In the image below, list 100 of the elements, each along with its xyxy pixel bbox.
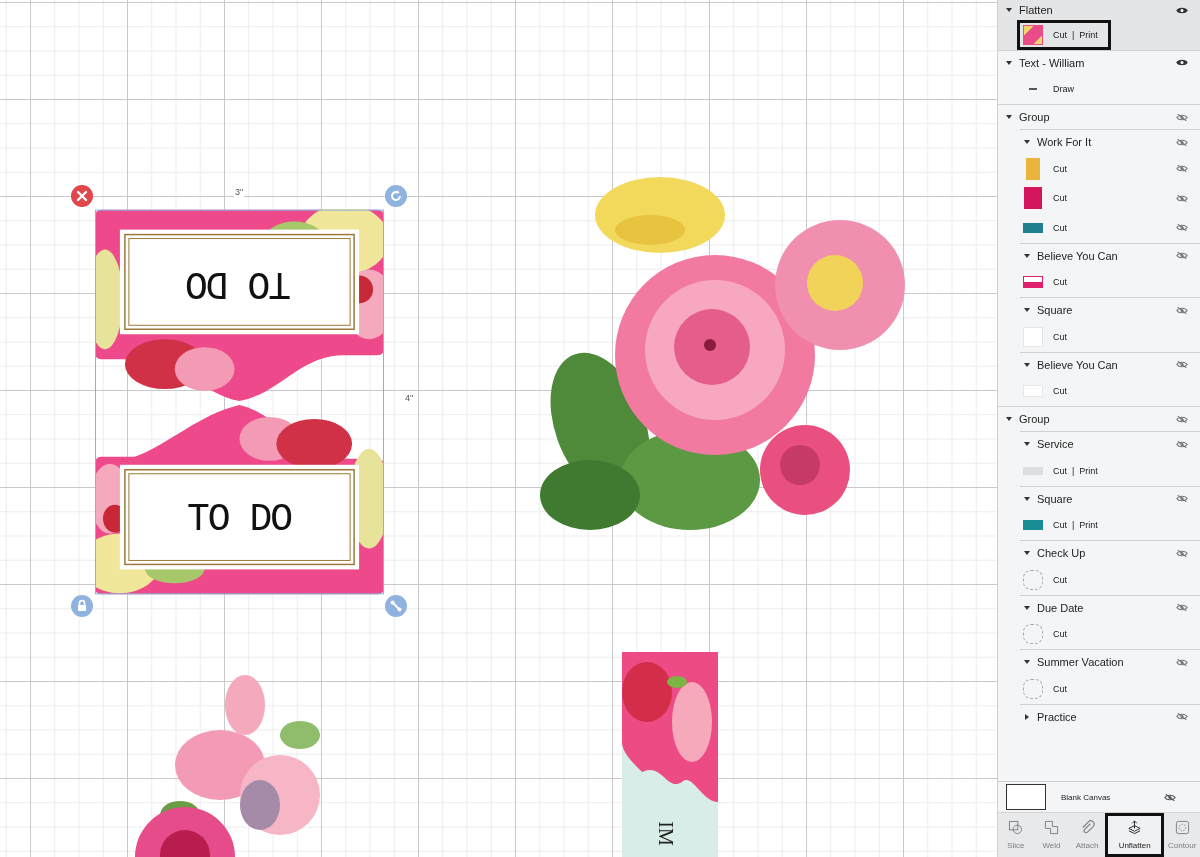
layer-item[interactable]: Cut bbox=[998, 619, 1200, 649]
layer-name: Square bbox=[1037, 304, 1074, 316]
blank-canvas-label: Blank Canvas bbox=[1061, 792, 1112, 802]
layer-item[interactable]: Cut bbox=[998, 183, 1200, 213]
layer-item[interactable]: Cut bbox=[998, 674, 1200, 704]
operation-label: Cut bbox=[1053, 683, 1068, 694]
mirrored-card-text: TO DO bbox=[186, 262, 292, 305]
hidden-eye-icon[interactable] bbox=[1176, 712, 1188, 721]
hidden-eye-icon[interactable] bbox=[1176, 193, 1188, 203]
layer-name: Check Up bbox=[1037, 547, 1087, 559]
caret-icon[interactable] bbox=[1024, 442, 1030, 446]
tool-button[interactable]: Unflatten bbox=[1104, 813, 1165, 857]
hidden-eye-icon[interactable] bbox=[1176, 603, 1188, 612]
layer-item[interactable]: Cut bbox=[998, 154, 1200, 184]
layer-thumbnail bbox=[1023, 466, 1043, 475]
hidden-eye-icon[interactable] bbox=[1176, 360, 1188, 369]
hidden-eye-icon[interactable] bbox=[1164, 792, 1176, 802]
layer-item[interactable]: Cut bbox=[998, 267, 1200, 297]
card-text: TO DO bbox=[186, 498, 292, 541]
layer-item[interactable]: Cut bbox=[998, 565, 1200, 595]
caret-icon[interactable] bbox=[1024, 308, 1030, 312]
operation-label: Cut bbox=[1053, 222, 1068, 233]
layer-header[interactable]: Square bbox=[998, 485, 1200, 511]
layer-thumbnail bbox=[1024, 187, 1042, 210]
layer-thumbnail bbox=[1026, 157, 1040, 180]
layer-item[interactable]: Cut | Print bbox=[998, 510, 1200, 540]
layer-header[interactable]: Due Date bbox=[998, 594, 1200, 620]
layer-name: Summer Vacation bbox=[1037, 656, 1125, 668]
hidden-eye-icon[interactable] bbox=[1176, 164, 1188, 174]
layer-header[interactable]: Believe You Can bbox=[998, 351, 1200, 377]
layer-thumbnail bbox=[1023, 326, 1043, 347]
caret-icon[interactable] bbox=[1024, 253, 1030, 258]
layer-item[interactable]: Cut bbox=[998, 322, 1200, 352]
caret-icon[interactable] bbox=[1024, 496, 1030, 501]
caret-icon[interactable] bbox=[1024, 660, 1030, 664]
design-canvas[interactable]: 3" 4" TO DO TO DO IM bbox=[0, 0, 997, 857]
hidden-eye-icon[interactable] bbox=[1176, 414, 1188, 424]
layer-item[interactable]: Cut bbox=[998, 213, 1200, 243]
height-label: 4" bbox=[404, 393, 415, 403]
layer-header[interactable]: Summer Vacation bbox=[998, 649, 1200, 674]
layer-header[interactable]: Group bbox=[998, 406, 1200, 431]
caret-icon[interactable] bbox=[1024, 605, 1030, 610]
hidden-eye-icon[interactable] bbox=[1176, 251, 1188, 260]
layer-header[interactable]: Text - William bbox=[998, 49, 1200, 75]
layer-thumbnail bbox=[1023, 569, 1043, 590]
layer-header[interactable]: Work For It bbox=[998, 129, 1200, 154]
layer-thumbnail bbox=[1023, 276, 1043, 289]
layer-name: Work For It bbox=[1037, 136, 1093, 148]
hidden-eye-icon[interactable] bbox=[1176, 137, 1188, 147]
operation-label: Cut bbox=[1053, 574, 1068, 585]
layer-name: Believe You Can bbox=[1037, 249, 1119, 262]
layer-header[interactable]: Practice bbox=[998, 703, 1200, 729]
hidden-eye-icon[interactable] bbox=[1176, 305, 1188, 315]
layer-name: Flatten bbox=[1019, 4, 1054, 16]
caret-icon[interactable] bbox=[1024, 551, 1030, 555]
caret-icon[interactable] bbox=[1024, 362, 1030, 367]
operation-label: Cut bbox=[1053, 163, 1068, 174]
hidden-eye-icon[interactable] bbox=[1176, 112, 1188, 122]
caret-icon[interactable] bbox=[1025, 713, 1029, 720]
layer-name: Due Date bbox=[1037, 601, 1085, 614]
hidden-eye-icon[interactable] bbox=[1176, 494, 1188, 503]
hidden-eye-icon[interactable] bbox=[1176, 439, 1188, 449]
canvas-thumbnail bbox=[1006, 784, 1046, 810]
layer-item[interactable]: Cut | Print bbox=[998, 456, 1200, 486]
layer-header[interactable]: Square bbox=[998, 297, 1200, 322]
layer-header[interactable]: Group bbox=[998, 104, 1200, 129]
layer-item[interactable]: Draw bbox=[998, 74, 1200, 104]
slice-icon bbox=[1008, 820, 1024, 835]
operation-label: Cut bbox=[1053, 193, 1068, 204]
layer-name: Service bbox=[1037, 438, 1075, 450]
caret-icon[interactable] bbox=[1006, 115, 1012, 119]
operation-label: Cut | Print bbox=[1053, 520, 1099, 531]
contour-icon bbox=[1174, 820, 1190, 835]
layer-name: Believe You Can bbox=[1037, 358, 1119, 371]
eye-icon[interactable] bbox=[1176, 5, 1188, 15]
caret-icon[interactable] bbox=[1024, 140, 1030, 144]
eye-icon[interactable] bbox=[1176, 58, 1188, 67]
caret-icon[interactable] bbox=[1006, 60, 1012, 65]
layer-header[interactable]: Service bbox=[998, 431, 1200, 456]
hidden-eye-icon[interactable] bbox=[1176, 548, 1188, 558]
layer-header[interactable]: Believe You Can bbox=[998, 242, 1200, 268]
caret-icon[interactable] bbox=[1006, 8, 1012, 12]
close-icon[interactable] bbox=[71, 185, 93, 207]
bookmark-drawing[interactable] bbox=[622, 652, 718, 857]
layer-name: Group bbox=[1019, 413, 1051, 425]
bookmark-text: IM bbox=[653, 821, 677, 846]
layer-header[interactable]: Flatten bbox=[998, 0, 1200, 20]
layer-name: Group bbox=[1019, 111, 1051, 123]
layer-item[interactable]: Cut bbox=[998, 376, 1200, 406]
layer-header[interactable]: Check Up bbox=[998, 540, 1200, 565]
layer-item[interactable]: Cut | Print bbox=[998, 20, 1200, 50]
hidden-eye-icon[interactable] bbox=[1176, 223, 1188, 233]
caret-icon[interactable] bbox=[1006, 417, 1012, 421]
operation-label: Cut | Print bbox=[1053, 29, 1099, 40]
blank-canvas-row[interactable]: Blank Canvas bbox=[998, 781, 1200, 812]
layer-thumbnail bbox=[1023, 624, 1043, 645]
layer-thumbnail bbox=[1029, 88, 1037, 91]
todo-card-drawing[interactable] bbox=[95, 209, 384, 595]
hidden-eye-icon[interactable] bbox=[1176, 657, 1188, 667]
layer-thumbnail bbox=[1023, 520, 1043, 531]
